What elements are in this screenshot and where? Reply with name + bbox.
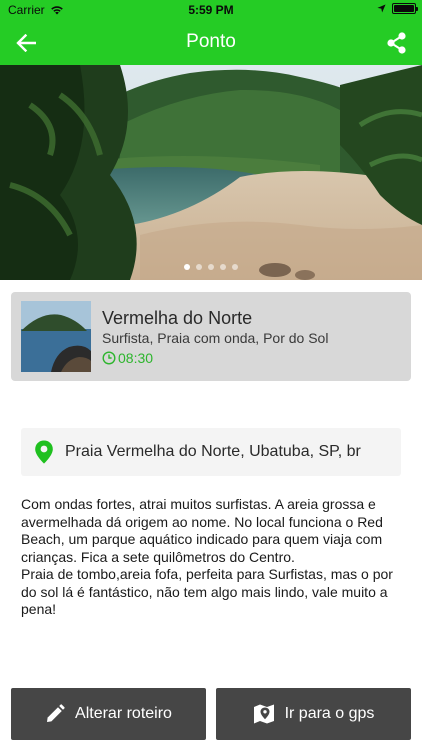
place-time-group: 08:30 (102, 350, 153, 366)
carousel-dot[interactable] (184, 264, 190, 270)
map-pin-icon (35, 440, 53, 464)
hero-image-carousel[interactable] (0, 65, 422, 280)
carousel-dot[interactable] (220, 264, 226, 270)
place-tags: Surfista, Praia com onda, Por do Sol (102, 330, 329, 346)
clock-icon (102, 351, 116, 365)
open-gps-label: Ir para o gps (284, 705, 375, 722)
share-button[interactable] (382, 29, 410, 57)
carousel-dot[interactable] (232, 264, 238, 270)
place-summary-card[interactable]: Vermelha do Norte Surfista, Praia com on… (11, 292, 411, 381)
nav-bar: Ponto (0, 20, 422, 65)
status-right (377, 3, 418, 14)
battery-level (394, 5, 414, 12)
map-marker-icon (253, 704, 274, 724)
place-description: Com ondas fortes, atrai muitos surfistas… (21, 496, 393, 617)
thumbnail-photo (21, 301, 91, 372)
pencil-icon (47, 704, 65, 722)
place-name: Vermelha do Norte (102, 308, 253, 328)
place-thumbnail (21, 301, 91, 372)
status-time: 5:59 PM (188, 3, 234, 17)
battery-icon (392, 3, 418, 14)
place-time: 08:30 (118, 350, 154, 366)
address-row[interactable]: Praia Vermelha do Norte, Ubatuba, SP, br (21, 428, 401, 476)
status-bar: Carrier 5:59 PM (0, 0, 422, 20)
address-text: Praia Vermelha do Norte, Ubatuba, SP, br (65, 443, 361, 460)
location-arrow-icon (377, 4, 386, 13)
open-gps-button[interactable]: Ir para o gps (216, 688, 411, 740)
carousel-dot[interactable] (208, 264, 214, 270)
carousel-dot[interactable] (196, 264, 202, 270)
beach-photo (0, 65, 422, 280)
share-icon (386, 32, 406, 54)
edit-itinerary-label: Alterar roteiro (75, 705, 172, 722)
carousel-page-indicator[interactable] (0, 264, 422, 270)
edit-itinerary-button[interactable]: Alterar roteiro (11, 688, 206, 740)
page-title: Ponto (186, 31, 236, 52)
